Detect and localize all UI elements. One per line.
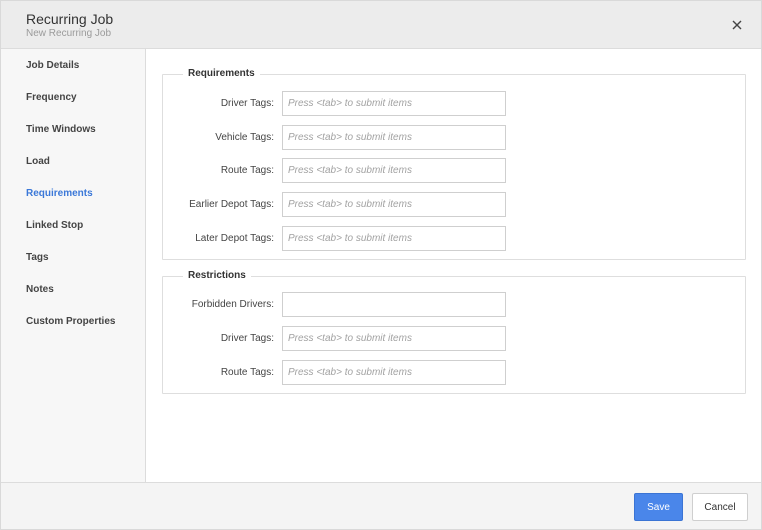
vehicle-tags-label: Vehicle Tags: (215, 132, 274, 143)
dialog-title: Recurring Job (26, 11, 114, 27)
cancel-button[interactable]: Cancel (692, 493, 748, 521)
later-depot-tags-input[interactable] (282, 226, 506, 251)
later-depot-tags-label: Later Depot Tags: (195, 233, 274, 244)
nav-item-requirements[interactable]: Requirements (26, 188, 93, 199)
nav-item-tags[interactable]: Tags (26, 252, 49, 263)
nav-item-load[interactable]: Load (26, 156, 50, 167)
nav-item-custom-properties[interactable]: Custom Properties (26, 316, 115, 327)
nav-item-notes[interactable]: Notes (26, 284, 54, 295)
route-tags-input[interactable] (282, 158, 506, 183)
forbidden-drivers-input[interactable] (282, 292, 506, 317)
nav-item-frequency[interactable]: Frequency (26, 92, 77, 103)
main-content: Requirements Driver Tags: Vehicle Tags: … (147, 49, 761, 482)
close-icon (732, 20, 742, 30)
restriction-driver-tags-label: Driver Tags: (220, 333, 274, 344)
earlier-depot-tags-label: Earlier Depot Tags: (189, 199, 274, 210)
driver-tags-input[interactable] (282, 91, 506, 116)
route-tags-label: Route Tags: (220, 165, 274, 176)
save-button[interactable]: Save (634, 493, 683, 521)
dialog-header: Recurring Job New Recurring Job (1, 1, 761, 49)
restriction-driver-tags-input[interactable] (282, 326, 506, 351)
earlier-depot-tags-input[interactable] (282, 192, 506, 217)
restrictions-legend: Restrictions (183, 270, 251, 281)
dialog-subtitle: New Recurring Job (26, 28, 112, 39)
vehicle-tags-input[interactable] (282, 125, 506, 150)
section-nav: Job Details Frequency Time Windows Load … (1, 49, 146, 482)
nav-item-linked-stop[interactable]: Linked Stop (26, 220, 83, 231)
close-button[interactable] (727, 15, 747, 35)
nav-item-time-windows[interactable]: Time Windows (26, 124, 96, 135)
dialog-footer: Save Cancel (1, 482, 761, 529)
recurring-job-dialog: Recurring Job New Recurring Job Job Deta… (0, 0, 762, 530)
nav-item-job-details[interactable]: Job Details (26, 60, 79, 71)
driver-tags-label: Driver Tags: (220, 98, 274, 109)
requirements-group: Requirements Driver Tags: Vehicle Tags: … (162, 68, 746, 260)
requirements-legend: Requirements (183, 68, 260, 79)
restrictions-group: Restrictions Forbidden Drivers: Driver T… (162, 270, 746, 394)
forbidden-drivers-label: Forbidden Drivers: (191, 299, 274, 310)
restriction-route-tags-label: Route Tags: (220, 367, 274, 378)
restriction-route-tags-input[interactable] (282, 360, 506, 385)
